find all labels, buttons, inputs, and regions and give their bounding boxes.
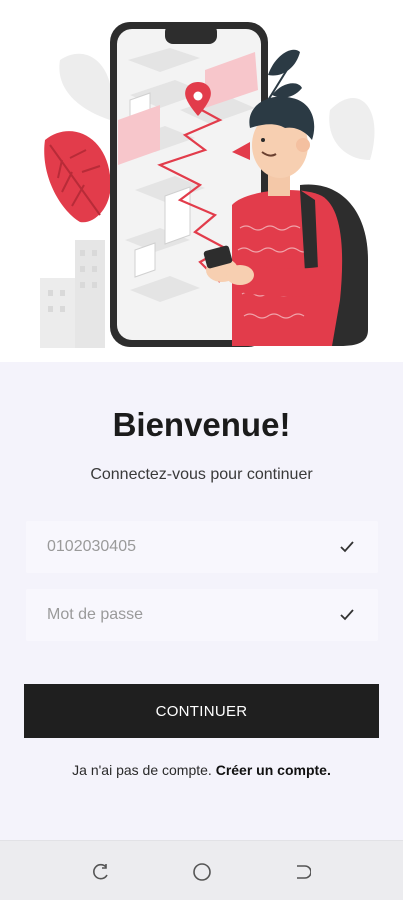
create-account-link[interactable]: Créer un compte.: [216, 762, 331, 778]
home-icon[interactable]: [191, 861, 213, 883]
signup-prompt: Ja n'ai pas de compte.: [72, 762, 212, 778]
page-subtitle: Connectez-vous pour continuer: [90, 466, 313, 483]
page-title: Bienvenue!: [112, 406, 291, 443]
recent-apps-icon[interactable]: [90, 861, 112, 883]
check-icon: [338, 538, 356, 556]
check-icon: [338, 606, 356, 624]
hero-illustration: [0, 0, 403, 362]
system-navigation-bar: [0, 840, 403, 900]
continue-button[interactable]: CONTINUER: [24, 684, 379, 738]
password-field[interactable]: [26, 589, 378, 641]
phone-input[interactable]: [47, 538, 338, 556]
back-icon[interactable]: [291, 861, 313, 883]
password-input[interactable]: [47, 606, 338, 624]
signup-line: Ja n'ai pas de compte. Créer un compte.: [0, 762, 403, 778]
person-with-phone-map-illustration: [40, 22, 375, 348]
phone-field[interactable]: [26, 521, 378, 573]
